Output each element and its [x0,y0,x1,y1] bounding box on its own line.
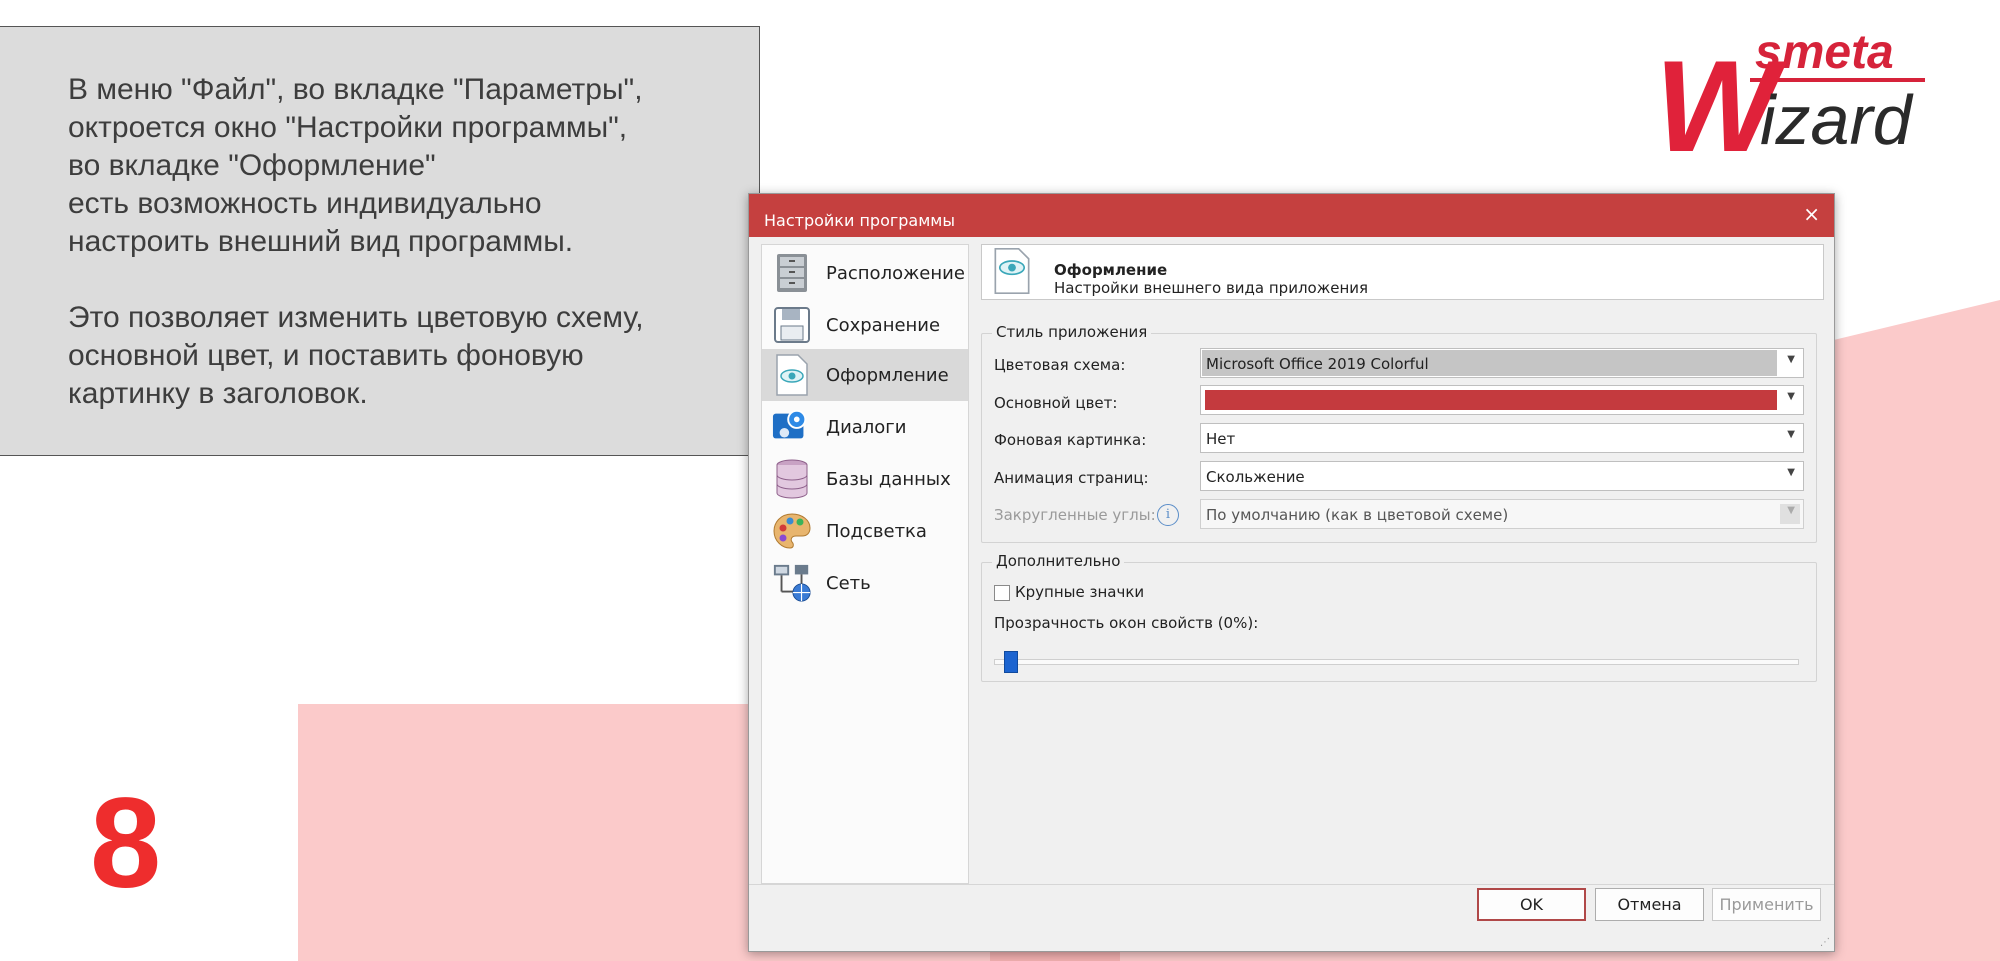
apply-button[interactable]: Применить [1712,888,1821,921]
instruction-note: В меню "Файл", во вкладке "Параметры", о… [0,26,760,456]
close-icon[interactable]: × [1803,202,1820,226]
nav-item-dialogs[interactable]: Диалоги [762,401,968,453]
note-line: В меню "Файл", во вкладке "Параметры", [68,73,643,106]
background-image-select[interactable]: Нет ▼ [1200,423,1804,453]
note-line: основной цвет, и поставить фоновую [68,339,584,372]
footer-divider [749,884,1834,885]
group-title: Дополнительно [992,552,1125,570]
large-icons-checkbox[interactable] [994,585,1010,601]
note-spacer [68,261,739,299]
nav-item-label: Оформление [826,364,949,386]
database-icon [772,459,812,499]
nav-item-label: Базы данных [826,468,951,490]
main-color-select[interactable]: ▼ [1200,385,1804,415]
extra-options-group: Дополнительно Крупные значки Прозрачност… [981,552,1817,682]
dialog-titlebar[interactable]: Настройки программы × [749,194,1834,237]
dialog-settings-icon [772,407,812,447]
transparency-slider-thumb[interactable] [1004,651,1018,673]
page-animation-select[interactable]: Скольжение ▼ [1200,461,1804,491]
resize-grip-icon[interactable]: ⋰ [1820,937,1830,948]
rounded-corners-select: По умолчанию (как в цветовой схеме) ▼ [1200,499,1804,529]
floppy-disk-icon [772,305,812,345]
ok-button[interactable]: OK [1477,888,1586,921]
chevron-down-icon: ▼ [1787,467,1795,478]
chevron-down-icon: ▼ [1787,391,1795,402]
group-title: Стиль приложения [992,323,1152,341]
eye-document-icon [772,354,812,396]
app-style-group: Стиль приложения Цветовая схема: Microso… [981,323,1817,543]
nav-item-label: Сохранение [826,314,941,336]
nav-item-highlight[interactable]: Подсветка [762,505,968,557]
select-value: По умолчанию (как в цветовой схеме) [1206,506,1509,524]
section-subtitle: Настройки внешнего вида приложения [1054,279,1369,297]
color-scheme-select[interactable]: Microsoft Office 2019 Colorful ▼ [1200,348,1804,378]
main-color-label: Основной цвет: [994,394,1118,412]
chevron-down-icon: ▼ [1787,505,1795,516]
cancel-button[interactable]: Отмена [1595,888,1704,921]
cabinet-icon [772,253,812,293]
color-swatch [1205,390,1777,410]
nav-item-network[interactable]: Сеть [762,557,968,609]
transparency-slider-track[interactable] [994,659,1799,665]
select-value: Нет [1206,430,1236,448]
nav-item-label: Сеть [826,572,871,594]
nav-item-label: Подсветка [826,520,927,542]
settings-nav: Расположение Сохранение Оформление Диало… [761,244,969,884]
note-line: Это позволяет изменить цветовую схему, [68,301,644,334]
note-line: есть возможность индивидуально [68,187,542,220]
network-icon [772,563,812,603]
info-icon[interactable]: i [1157,504,1179,526]
background-image-label: Фоновая картинка: [994,431,1147,449]
note-line: октроется окно "Настройки программы", [68,111,628,144]
nav-item-label: Диалоги [826,416,907,438]
color-scheme-label: Цветовая схема: [994,356,1126,374]
section-title: Оформление [1054,261,1168,279]
nav-item-label: Расположение [826,262,965,284]
chevron-down-icon: ▼ [1787,354,1795,365]
note-line: настроить внешний вид программы. [68,225,574,258]
nav-item-appearance[interactable]: Оформление [762,349,968,401]
page-animation-label: Анимация страниц: [994,469,1149,487]
nav-item-layout[interactable]: Расположение [762,247,968,299]
palette-icon [772,511,812,551]
nav-item-saving[interactable]: Сохранение [762,299,968,351]
section-header: Оформление Настройки внешнего вида прило… [981,244,1824,300]
eye-document-icon [992,247,1032,295]
dialog-title: Настройки программы [764,211,955,230]
chevron-down-icon: ▼ [1787,429,1795,440]
settings-content: Оформление Настройки внешнего вида прило… [981,244,1826,884]
transparency-label: Прозрачность окон свойств (0%): [994,614,1259,632]
settings-dialog: Настройки программы × Расположение Сохра… [748,193,1835,952]
note-line: картинку в заголовок. [68,377,368,410]
rounded-corners-label: Закругленные углы: [994,506,1156,524]
select-value: Microsoft Office 2019 Colorful [1206,355,1429,373]
select-value: Скольжение [1206,468,1305,486]
note-line: во вкладке "Оформление" [68,149,436,182]
nav-item-databases[interactable]: Базы данных [762,453,968,505]
slide-number: 8 [90,772,162,915]
large-icons-label: Крупные значки [1015,583,1145,601]
logo-bottom-text: izard [1760,81,1914,159]
smeta-wizard-logo: smeta W izard [1655,26,1925,166]
